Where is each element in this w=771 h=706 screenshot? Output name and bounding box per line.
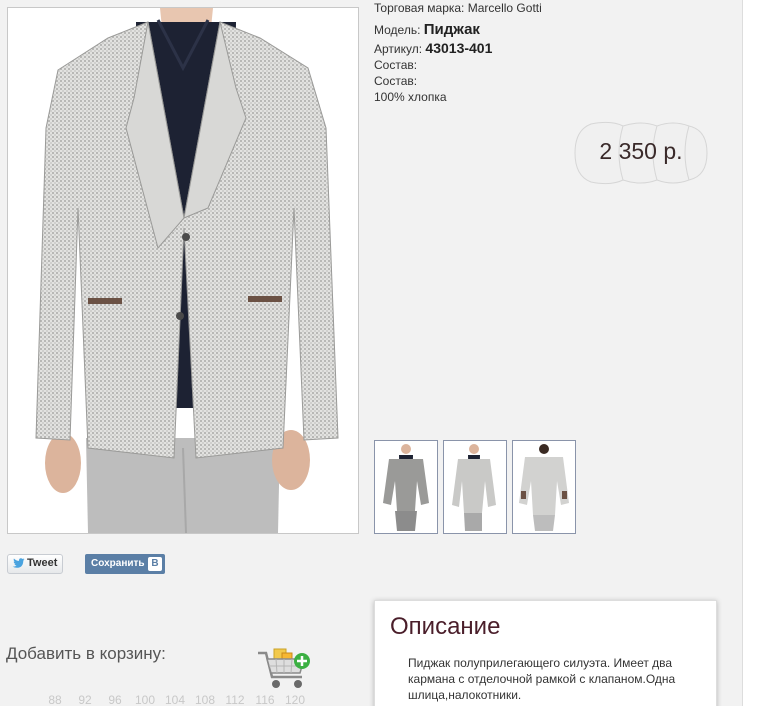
- tweet-label: Tweet: [27, 557, 58, 569]
- size-option[interactable]: 92: [70, 693, 100, 706]
- thumbnail-back[interactable]: [512, 440, 576, 534]
- composition-label-1: Состав:: [374, 58, 418, 72]
- composition-label-2: Состав:: [374, 74, 418, 88]
- jacket-angle-thumb: [444, 441, 506, 533]
- model-label: Модель:: [374, 23, 421, 37]
- size-option[interactable]: 104: [160, 693, 190, 706]
- cart-add-icon[interactable]: [256, 647, 312, 691]
- brand-name: Marcello Gotti: [467, 1, 542, 15]
- jacket-front-thumb: [375, 441, 437, 533]
- tweet-button[interactable]: Tweet: [7, 554, 63, 574]
- jacket-back-thumb: [513, 441, 575, 533]
- price-value: 2 350 р.: [599, 138, 683, 164]
- twitter-bird-icon: [12, 558, 25, 572]
- thumbnail-angle[interactable]: [443, 440, 507, 534]
- article-label: Артикул:: [374, 42, 423, 56]
- content-area: Торговая марка: Marcello Gotti Модель: П…: [0, 0, 742, 706]
- model-name: Пиджак: [423, 21, 480, 38]
- price-tag: 2 350 р.: [571, 120, 711, 186]
- jacket-photo: [8, 8, 358, 534]
- article-row: Артикул: 43013-401: [374, 40, 492, 57]
- add-to-cart-label: Добавить в корзину:: [6, 644, 166, 663]
- vk-logo-icon: В: [148, 557, 162, 571]
- vk-save-label: Сохранить: [91, 558, 145, 569]
- size-option[interactable]: 120: [280, 693, 310, 706]
- composition-value: 100% хлопка: [374, 90, 447, 104]
- size-option[interactable]: 100: [130, 693, 160, 706]
- size-option[interactable]: 96: [100, 693, 130, 706]
- main-product-photo: [7, 7, 359, 534]
- size-option[interactable]: 108: [190, 693, 220, 706]
- size-option[interactable]: 88: [40, 693, 70, 706]
- description-text: Пиджак полуприлегающего силуэта. Имеет д…: [408, 656, 676, 702]
- thumbnail-front[interactable]: [374, 440, 438, 534]
- size-list: 88 92 96 100 104 108 112 116 120: [40, 693, 310, 706]
- article-number: 43013-401: [425, 40, 493, 56]
- brand-label: Торговая марка:: [374, 1, 465, 15]
- description-title: Описание: [390, 613, 501, 640]
- product-page: Торговая марка: Marcello Gotti Модель: П…: [0, 0, 771, 706]
- size-option[interactable]: 112: [220, 693, 250, 706]
- description-panel: Описание Пиджак полуприлегающего силуэта…: [374, 600, 717, 706]
- brand-row: Торговая марка: Marcello Gotti: [374, 0, 542, 16]
- model-row: Модель: Пиджак: [374, 22, 480, 38]
- page-border: [742, 0, 743, 706]
- vk-save-button[interactable]: Сохранить В: [85, 554, 165, 574]
- size-option[interactable]: 116: [250, 693, 280, 706]
